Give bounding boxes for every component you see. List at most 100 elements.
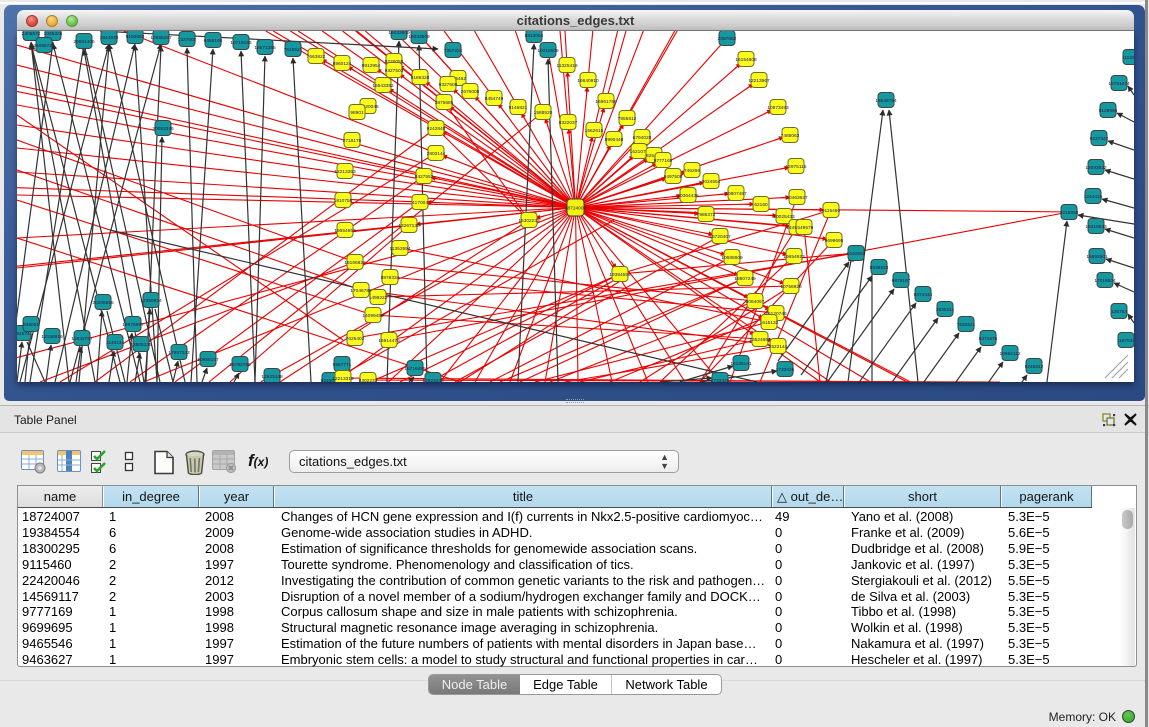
svg-text:7515521: 7515521 <box>284 47 303 53</box>
svg-text:16210643: 16210643 <box>1085 224 1107 230</box>
svg-text:19654923: 19654923 <box>783 254 805 260</box>
svg-text:6879197: 6879197 <box>892 278 911 284</box>
svg-text:10719155: 10719155 <box>230 40 252 46</box>
svg-text:9115460: 9115460 <box>822 208 841 214</box>
svg-text:10463627: 10463627 <box>786 195 808 201</box>
svg-text:16914479: 16914479 <box>378 338 400 344</box>
svg-text:17957223: 17957223 <box>168 350 190 356</box>
svg-text:17359924: 17359924 <box>140 298 162 304</box>
svg-text:14099489: 14099489 <box>362 313 384 319</box>
svg-text:7986372: 7986372 <box>697 212 716 218</box>
svg-text:2803144: 2803144 <box>427 151 446 157</box>
svg-text:19975887: 19975887 <box>122 322 144 328</box>
svg-text:7357224: 7357224 <box>444 48 463 54</box>
svg-text:9857771: 9857771 <box>333 362 352 368</box>
svg-text:10654112: 10654112 <box>1000 351 1021 357</box>
svg-text:8813054: 8813054 <box>525 33 544 39</box>
svg-text:16033809: 16033809 <box>408 34 430 40</box>
svg-text:8454749: 8454749 <box>485 96 504 102</box>
svg-text:9242848: 9242848 <box>427 126 446 132</box>
svg-text:12213967: 12213967 <box>748 78 770 84</box>
svg-text:10756928: 10756928 <box>780 284 802 290</box>
svg-text:10688609: 10688609 <box>721 255 743 261</box>
svg-text:9474444: 9474444 <box>914 292 933 298</box>
svg-text:20053346: 20053346 <box>152 126 174 132</box>
svg-text:18724007: 18724007 <box>565 206 587 212</box>
svg-text:835061: 835061 <box>23 322 39 328</box>
svg-text:8990448: 8990448 <box>605 137 624 143</box>
svg-text:1327602: 1327602 <box>178 37 197 43</box>
svg-text:15716485: 15716485 <box>404 366 426 372</box>
svg-text:8427552: 8427552 <box>415 174 434 180</box>
svg-text:7625402: 7625402 <box>346 336 365 342</box>
svg-text:2405572: 2405572 <box>22 31 41 37</box>
svg-text:12975115: 12975115 <box>786 164 807 170</box>
svg-text:10807487: 10807487 <box>725 191 747 197</box>
svg-text:16782759: 16782759 <box>229 362 251 368</box>
svg-text:12942757: 12942757 <box>71 336 93 342</box>
svg-text:1615132: 1615132 <box>760 320 779 326</box>
svg-text:12093822: 12093822 <box>1085 165 1107 171</box>
svg-text:20206556: 20206556 <box>92 300 114 306</box>
svg-text:14136141: 14136141 <box>730 361 752 367</box>
svg-text:8186328: 8186328 <box>411 75 430 81</box>
svg-text:8938923: 8938923 <box>870 265 889 271</box>
svg-text:15720407: 15720407 <box>709 234 731 240</box>
svg-text:9245612: 9245612 <box>1025 364 1044 370</box>
svg-text:3875685: 3875685 <box>435 100 454 106</box>
svg-text:6466160: 6466160 <box>204 38 223 44</box>
svg-text:1844930: 1844930 <box>100 35 119 41</box>
svg-text:19166822: 19166822 <box>344 260 366 266</box>
svg-text:1640954: 1640954 <box>847 251 866 257</box>
svg-text:1549579: 1549579 <box>795 225 814 231</box>
svg-text:10958107: 10958107 <box>197 357 219 363</box>
svg-text:8302233: 8302233 <box>359 378 378 382</box>
svg-text:16961758: 16961758 <box>595 99 617 105</box>
svg-text:9227342: 9227342 <box>1090 136 1109 142</box>
svg-text:2718176: 2718176 <box>343 138 362 144</box>
svg-text:62160: 62160 <box>754 202 768 208</box>
svg-text:126753: 126753 <box>1111 309 1127 315</box>
svg-text:11325419: 11325419 <box>557 63 578 69</box>
svg-text:7663822: 7663822 <box>307 54 326 60</box>
svg-text:16033809: 16033809 <box>388 31 410 36</box>
svg-text:98901: 98901 <box>350 110 364 116</box>
svg-text:7485063: 7485063 <box>781 133 800 139</box>
svg-text:15692901: 15692901 <box>1086 254 1108 260</box>
svg-text:16543382: 16543382 <box>372 83 394 89</box>
svg-text:746266: 746266 <box>684 168 700 174</box>
svg-text:17016504: 17016504 <box>1094 278 1116 284</box>
svg-text:1167534: 1167534 <box>1117 338 1134 344</box>
svg-text:2935114: 2935114 <box>936 307 955 313</box>
svg-text:12213363: 12213363 <box>334 169 356 175</box>
svg-text:16154808: 16154808 <box>735 57 757 63</box>
svg-text:1733426: 1733426 <box>711 378 730 382</box>
svg-text:1244415: 1244415 <box>1084 194 1103 200</box>
svg-text:16648784: 16648784 <box>875 98 897 104</box>
svg-text:9129966: 9129966 <box>1099 108 1118 114</box>
svg-text:9699695: 9699695 <box>825 238 844 244</box>
svg-text:12156819: 12156819 <box>41 334 63 340</box>
svg-text:19218506: 19218506 <box>537 48 559 54</box>
svg-text:20691406: 20691406 <box>73 39 95 45</box>
svg-text:16640910: 16640910 <box>577 78 599 84</box>
svg-text:9327503: 9327503 <box>385 68 404 74</box>
svg-text:12505135: 12505135 <box>130 342 152 348</box>
svg-text:7955812: 7955812 <box>618 116 637 122</box>
svg-text:20364436: 20364436 <box>677 193 699 199</box>
svg-text:9084067: 9084067 <box>746 299 765 305</box>
svg-text:1065326: 1065326 <box>44 31 63 37</box>
svg-text:2087682: 2087682 <box>718 36 737 42</box>
svg-text:18807249: 18807249 <box>734 276 756 282</box>
svg-text:8960124: 8960124 <box>333 61 352 67</box>
svg-text:10973493: 10973493 <box>767 105 789 111</box>
svg-text:15751074: 15751074 <box>1108 81 1130 87</box>
svg-text:13267130: 13267130 <box>398 223 420 229</box>
svg-text:1733426: 1733426 <box>776 367 795 373</box>
svg-text:8878334: 8878334 <box>381 275 400 281</box>
svg-text:9777169: 9777169 <box>654 158 673 164</box>
svg-text:8471676: 8471676 <box>979 336 998 342</box>
svg-text:1498222: 1498222 <box>369 295 388 301</box>
svg-text:9150553: 9150553 <box>126 34 145 40</box>
svg-text:2522144: 2522144 <box>769 344 788 350</box>
